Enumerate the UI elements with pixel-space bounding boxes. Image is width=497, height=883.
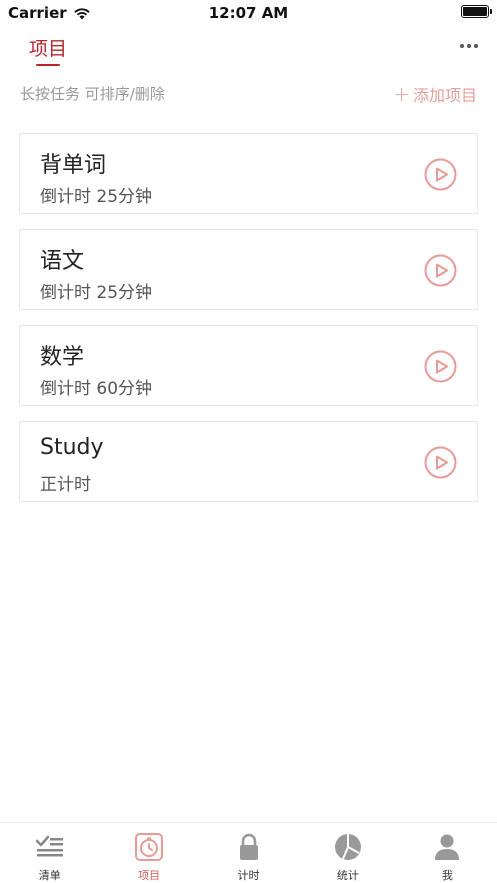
project-card[interactable]: 背单词 倒计时 25分钟: [19, 133, 478, 214]
battery-icon: [461, 5, 492, 18]
more-options-button[interactable]: [460, 40, 478, 52]
tab-label: 项目: [138, 869, 161, 882]
header: 项目: [0, 26, 497, 76]
timer-icon: [135, 833, 164, 861]
dot: [467, 44, 471, 48]
play-icon[interactable]: [424, 350, 457, 383]
tab-label: 统计: [336, 869, 359, 882]
tab-label: 我: [441, 869, 453, 882]
add-project-label: 添加项目: [412, 86, 477, 105]
project-card[interactable]: 数学 倒计时 60分钟: [19, 325, 478, 406]
lock-icon: [239, 833, 258, 860]
sort-hint: 长按任务 可排序/删除: [20, 85, 165, 103]
pie-chart-icon: [334, 834, 361, 860]
tab-projects[interactable]: 项目: [99, 823, 198, 883]
status-bar: Carrier 12:07 AM: [0, 0, 497, 26]
checklist-icon: [35, 835, 63, 857]
person-icon: [435, 834, 460, 860]
tab-checklist[interactable]: 清单: [0, 823, 99, 883]
list-toolbar: 长按任务 可排序/删除 + 添加项目: [0, 80, 497, 106]
project-list: 背单词 倒计时 25分钟 语文 倒计时 25分钟 数学 倒计时 60分钟 Stu…: [19, 133, 478, 517]
project-timer-mode: 倒计时 25分钟: [40, 283, 153, 303]
project-timer-mode: 倒计时 25分钟: [40, 187, 153, 207]
tab-label: 清单: [38, 869, 61, 882]
add-project-button[interactable]: + 添加项目: [393, 82, 477, 106]
tab-me[interactable]: 我: [398, 823, 497, 883]
project-timer-mode: 倒计时 60分钟: [40, 379, 153, 399]
play-icon[interactable]: [424, 446, 457, 479]
tab-label: 计时: [237, 869, 260, 882]
project-name: 背单词: [40, 153, 107, 178]
project-card[interactable]: Study 正计时: [19, 421, 478, 502]
tab-statistics[interactable]: 统计: [298, 823, 397, 883]
tab-timing[interactable]: 计时: [199, 823, 298, 883]
status-time: 12:07 AM: [208, 4, 289, 22]
tab-bar: 清单 项目 计时 统计 我: [0, 822, 497, 883]
dot: [474, 44, 478, 48]
plus-icon: +: [393, 82, 410, 106]
project-name: Study: [40, 435, 104, 460]
page-title[interactable]: 项目: [29, 34, 67, 61]
project-card[interactable]: 语文 倒计时 25分钟: [19, 229, 478, 310]
project-name: 数学: [40, 345, 85, 370]
title-underline: [36, 64, 60, 66]
dot: [460, 44, 464, 48]
project-timer-mode: 正计时: [40, 475, 91, 495]
play-icon[interactable]: [424, 158, 457, 191]
project-name: 语文: [40, 249, 85, 274]
play-icon[interactable]: [424, 254, 457, 287]
